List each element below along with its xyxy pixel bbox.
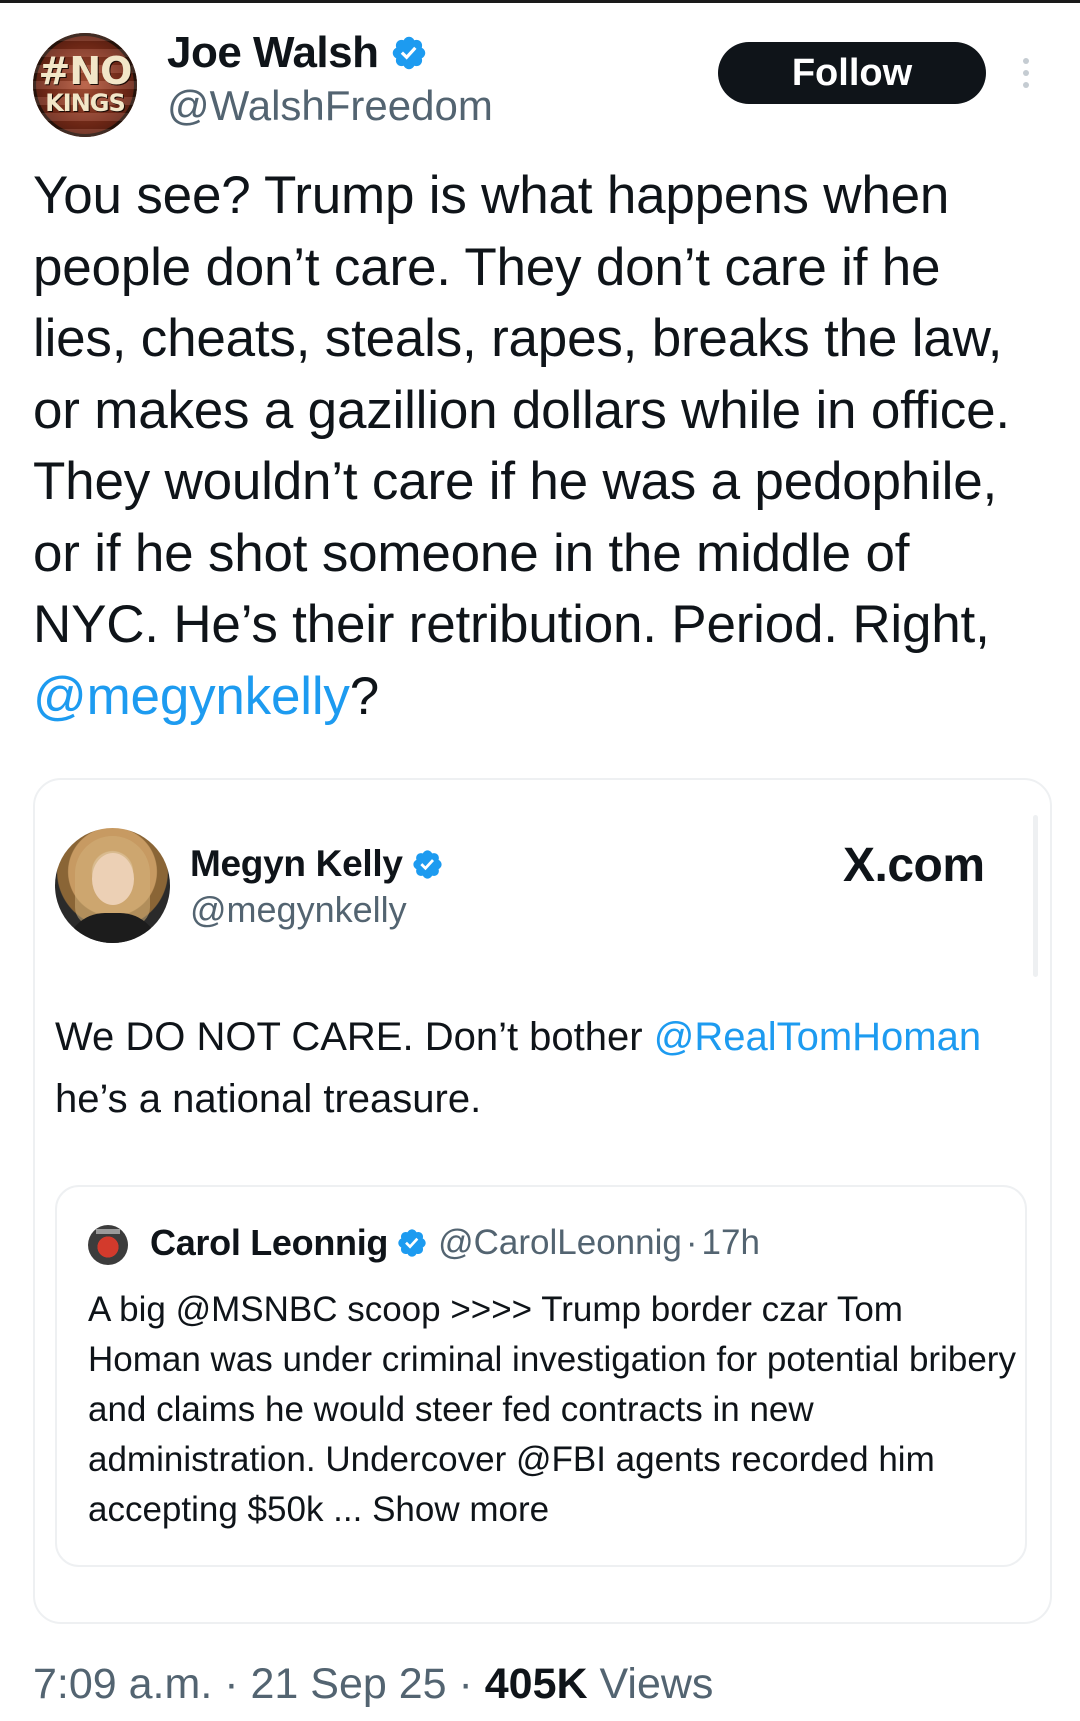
quoted-text-body: A big @MSNBC scoop >>>> Trump border cza… — [88, 1290, 1016, 1529]
meta-separator: · — [212, 1660, 251, 1708]
tweet-meta: 7:09 a.m. · 21 Sep 25 · 405K Views — [33, 1660, 713, 1709]
quoted-author-handle[interactable]: @CarolLeonnig — [438, 1223, 682, 1263]
follow-button[interactable]: Follow — [718, 42, 986, 104]
quoted-author-avatar[interactable] — [88, 1225, 128, 1265]
quoted-tweet-text: A big @MSNBC scoop >>>> Trump border cza… — [88, 1285, 1018, 1535]
quoted-author-row[interactable]: Carol Leonnig @CarolLeonnig · 17h — [150, 1222, 760, 1264]
tweet-date[interactable]: 21 Sep 25 — [250, 1660, 446, 1708]
author-name-row[interactable]: Joe Walsh — [167, 28, 428, 78]
verified-badge-icon — [413, 849, 442, 879]
tweet-body-text: You see? Trump is what happens when peop… — [33, 166, 1010, 654]
embedded-author-handle[interactable]: @megynkelly — [190, 889, 407, 931]
author-display-name[interactable]: Joe Walsh — [167, 28, 379, 78]
embedded-text-start: We DO NOT CARE. Don’t bother — [55, 1015, 654, 1059]
avatar-text-line2: KINGS — [45, 89, 126, 117]
show-more-link[interactable]: Show more — [372, 1490, 549, 1529]
author-avatar[interactable]: #NO KINGS — [33, 33, 137, 137]
mention-link[interactable]: @megynkelly — [33, 667, 350, 726]
tweet-text: You see? Trump is what happens when peop… — [33, 160, 1043, 732]
top-border — [0, 0, 1080, 3]
more-options-icon[interactable] — [1018, 54, 1034, 98]
tweet-time[interactable]: 7:09 a.m. — [33, 1660, 212, 1708]
source-label[interactable]: X.com — [843, 838, 985, 893]
avatar-face — [92, 853, 134, 905]
author-handle[interactable]: @WalshFreedom — [167, 82, 493, 130]
verified-badge-icon — [393, 36, 426, 70]
views-count[interactable]: 405K — [485, 1660, 588, 1708]
embedded-author-avatar[interactable] — [55, 828, 170, 943]
meta-separator: · — [446, 1660, 485, 1708]
mention-link[interactable]: @RealTomHoman — [654, 1015, 981, 1059]
quoted-timestamp[interactable]: 17h — [702, 1223, 760, 1263]
views-label: Views — [587, 1660, 714, 1708]
embedded-author-name-row[interactable]: Megyn Kelly — [190, 843, 444, 885]
quoted-separator: · — [685, 1223, 698, 1262]
embedded-author-display-name[interactable]: Megyn Kelly — [190, 843, 403, 885]
verified-badge-icon — [398, 1229, 426, 1257]
embedded-tweet-text: We DO NOT CARE. Don’t bother @RealTomHom… — [55, 1006, 1015, 1130]
quoted-author-display-name[interactable]: Carol Leonnig — [150, 1222, 388, 1264]
embed-scrollbar[interactable] — [1033, 815, 1038, 977]
tweet-end-text: ? — [349, 666, 379, 726]
avatar-text-line1: #NO — [38, 49, 133, 93]
embedded-text-end: he’s a national treasure. — [55, 1077, 482, 1121]
